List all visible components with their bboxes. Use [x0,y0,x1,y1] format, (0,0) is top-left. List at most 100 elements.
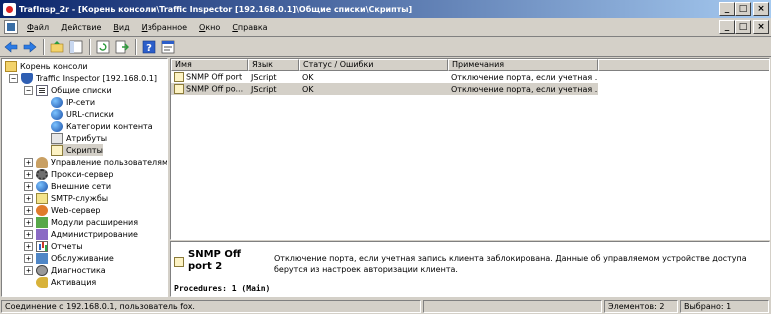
tree-item-label: Общие списки [51,85,112,95]
tree-item-extension-modules[interactable]: + Модули расширения [24,216,138,228]
tree-item-web-server[interactable]: + Web-сервер [24,204,100,216]
diagnostics-icon [36,264,48,276]
toolbar: ? [0,37,771,57]
forward-icon[interactable] [22,39,38,55]
expand-icon[interactable]: + [24,157,33,167]
details-title: SNMP Off port 2 [188,249,241,272]
collapse-icon[interactable]: − [24,85,33,95]
status-elements: Элементов: 2 [604,299,678,313]
row-notes: Отключение порта, если учетная ... [451,72,598,82]
column-header-notes[interactable]: Примечания [448,59,598,71]
tree-item-diagnostics[interactable]: + Диагностика [24,264,106,276]
tree-item-maintenance[interactable]: + Обслуживание [24,252,114,264]
folder-icon [5,60,17,72]
export-icon[interactable] [114,39,130,55]
menu-help[interactable]: Справка [226,23,273,32]
tree-item-proxy-server[interactable]: + Прокси-сервер [24,168,113,180]
tree-item-label: URL-списки [66,109,114,119]
help-icon[interactable]: ? [141,39,157,55]
up-folder-icon[interactable] [49,39,65,55]
tree-item-server[interactable]: − Traffic Inspector [192.168.0.1] [9,72,157,84]
row-language: JScript [251,72,277,82]
tree-item-content-categories[interactable]: Категории контента [51,120,153,132]
column-header-name[interactable]: Имя [171,59,248,71]
menu-favorites[interactable]: Избранное [136,23,193,32]
app-icon [3,2,16,16]
maintenance-icon [36,252,48,264]
puzzle-icon [36,216,48,228]
title-bar: TrafInsp_2r - [Корень консоли\Traffic In… [0,0,771,18]
child-minimize-button[interactable]: _ [719,20,735,34]
tree-item-label: Управление пользователями [51,157,168,167]
expand-icon[interactable]: + [24,193,33,203]
list-header: Имя Язык Статус / Ошибки Примечания [171,59,769,71]
attributes-icon [51,132,63,144]
expand-icon[interactable]: + [24,265,33,275]
globe-icon [36,180,48,192]
details-description: Отключение порта, если учетная запись кл… [274,254,747,274]
tree-item-url-lists[interactable]: URL-списки [51,108,114,120]
expand-icon[interactable]: + [24,169,33,179]
tree-item-label: Модули расширения [51,217,139,227]
tree-item-label: SMTP-службы [51,193,109,203]
menu-action[interactable]: Действие [55,23,107,32]
collapse-icon[interactable]: − [9,73,18,83]
child-window-controls: _ □ × [719,20,769,34]
expand-icon[interactable]: + [24,229,33,239]
expand-icon[interactable]: + [24,205,33,215]
refresh-icon[interactable] [95,39,111,55]
tree-item-label: Отчеты [51,241,83,251]
column-header-status[interactable]: Статус / Ошибки [299,59,448,71]
tree-item-scripts[interactable]: Скрипты [51,144,103,156]
tree-item-attributes[interactable]: Атрибуты [51,132,107,144]
child-close-button[interactable]: × [753,20,769,34]
toolbar-separator [89,38,91,55]
tree-item-label: IP-сети [66,97,96,107]
column-header-language[interactable]: Язык [248,59,299,71]
menu-window[interactable]: Окно [193,23,226,32]
window-title: TrafInsp_2r - [Корень консоли\Traffic In… [19,4,413,14]
menu-file[interactable]: Файл [21,23,55,32]
expand-icon[interactable]: + [24,181,33,191]
tree-item-label: Активация [51,277,97,287]
minimize-button[interactable]: _ [719,2,735,16]
expand-icon[interactable]: + [24,241,33,251]
document-icon[interactable] [4,20,18,34]
menu-view[interactable]: Вид [107,23,135,32]
tree-item-activation[interactable]: Активация [36,276,96,288]
tree-item-smtp-services[interactable]: + SMTP-службы [24,192,108,204]
tree-item-root[interactable]: Корень консоли [5,60,88,72]
table-row-selected[interactable]: SNMP Off po... JScript OK Отключение пор… [171,83,598,95]
details-procedures: Procedures: 1 (Main) [174,284,271,293]
tree-item-administration[interactable]: + Администрирование [24,228,138,240]
tree-item-external-networks[interactable]: + Внешние сети [24,180,111,192]
show-tree-icon[interactable] [68,39,84,55]
chart-icon [36,240,48,252]
tree-item-common-lists[interactable]: − Общие списки [24,84,112,96]
back-icon[interactable] [3,39,19,55]
url-list-icon [51,108,63,120]
shield-icon [21,72,33,84]
toolbar-separator [43,38,45,55]
row-name-cell: SNMP Off port [171,72,248,82]
expand-icon[interactable]: + [24,253,33,263]
tree-item-user-management[interactable]: + Управление пользователями [24,156,168,168]
expand-icon[interactable]: + [24,217,33,227]
category-icon [51,120,63,132]
scripts-list: Имя Язык Статус / Ошибки Примечания SNMP… [170,58,770,240]
maximize-button[interactable]: □ [735,2,751,16]
properties-icon[interactable] [160,39,176,55]
close-button[interactable]: × [753,2,769,16]
tree-item-label: Диагностика [51,265,106,275]
key-icon [36,276,48,288]
status-empty [423,299,602,313]
script-icon [174,84,184,94]
toolbar-separator [135,38,137,55]
tree-item-reports[interactable]: + Отчеты [24,240,83,252]
table-row[interactable]: SNMP Off port JScript OK Отключение порт… [171,71,598,83]
tree-item-label: Внешние сети [51,181,112,191]
tree-item-ip-networks[interactable]: IP-сети [51,96,95,108]
web-server-icon [36,204,48,216]
tree-item-label: Атрибуты [66,133,108,143]
child-maximize-button[interactable]: □ [735,20,751,34]
